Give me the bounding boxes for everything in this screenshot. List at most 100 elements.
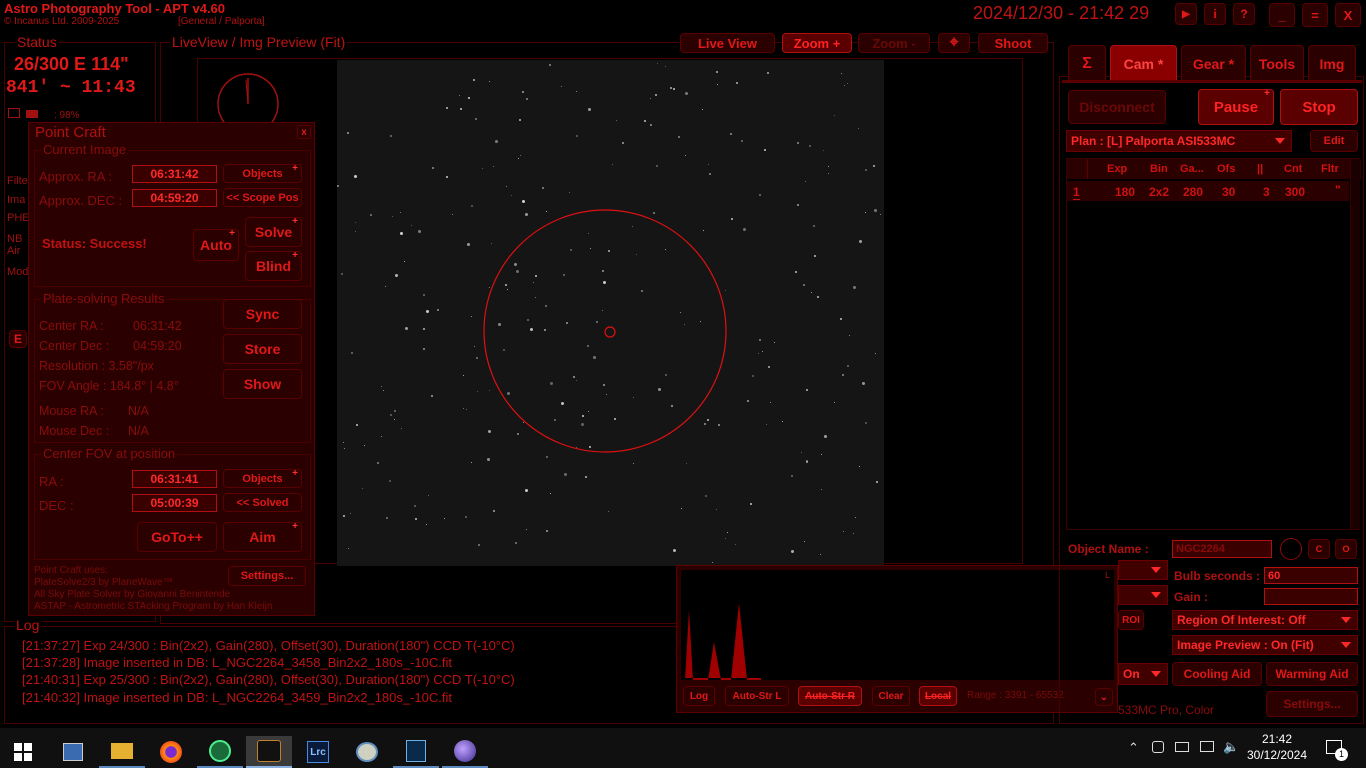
sync-button[interactable]: Sync — [223, 299, 302, 329]
approx-ra-label: Approx. RA : — [39, 169, 112, 184]
object-lookup-icon[interactable] — [1280, 538, 1302, 560]
paint-icon[interactable] — [344, 736, 390, 768]
objects-button-2[interactable]: Objects + — [223, 469, 302, 488]
e-button[interactable]: E — [9, 330, 27, 348]
tab-summary[interactable]: Σ — [1068, 45, 1106, 81]
shoot-button[interactable]: Shoot — [978, 33, 1048, 53]
plan-select[interactable]: Plan : [L] Palporta ASI533MC — [1066, 130, 1292, 152]
objects-button[interactable]: Objects + — [223, 164, 302, 183]
histogram-local-button[interactable]: Local — [919, 686, 957, 706]
scope-pos-button[interactable]: << Scope Pos — [223, 188, 302, 207]
center-fov-title: Center FOV at position — [41, 446, 178, 461]
zoom-in-button[interactable]: Zoom + — [782, 33, 852, 53]
bulb-seconds-field[interactable]: 60 — [1264, 567, 1358, 584]
file-explorer-icon[interactable] — [99, 736, 145, 768]
tab-img[interactable]: Img — [1308, 45, 1356, 81]
tab-cam[interactable]: Cam * — [1110, 45, 1177, 81]
copyright: © Incanus Ltd. 2009-2025 — [4, 16, 120, 27]
tray-chevron-icon[interactable]: ⌃ — [1128, 740, 1139, 756]
c-button[interactable]: C — [1308, 539, 1330, 559]
stellarium-icon[interactable] — [393, 736, 439, 768]
histogram-log-button[interactable]: Log — [683, 686, 715, 706]
taskbar-date[interactable]: 30/12/2024 — [1245, 748, 1309, 762]
auto-stretch-l-button[interactable]: Auto-Str L — [725, 686, 789, 706]
network-icon[interactable] — [1200, 741, 1214, 752]
cooling-aid-button[interactable]: Cooling Aid — [1172, 662, 1262, 686]
table-row[interactable]: 1 180 2x2 280 30 3 300 " — [1067, 181, 1349, 201]
target-dec-field[interactable]: 05:00:39 — [132, 494, 217, 512]
gain-label: Gain : — [1174, 590, 1209, 604]
log-line: [21:37:28] Image inserted in DB: L_NGC22… — [22, 655, 453, 671]
taskbar-time[interactable]: 21:42 — [1250, 732, 1304, 746]
approx-dec-field[interactable]: 04:59:20 — [132, 189, 217, 207]
target-ra-label: RA : — [39, 474, 64, 489]
live-view-button[interactable]: Live View — [680, 33, 775, 53]
status-side-labels: Filte Ima PHE NB Air Mod — [7, 175, 30, 278]
close-icon[interactable]: x — [297, 125, 311, 139]
histogram-plot[interactable] — [681, 570, 1114, 680]
tab-gear[interactable]: Gear * — [1181, 45, 1246, 81]
camera-settings-button[interactable]: Settings... — [1266, 691, 1358, 717]
log-line: [21:40:32] Image inserted in DB: L_NGC22… — [22, 689, 453, 705]
apt-icon[interactable] — [246, 736, 292, 768]
solve-button[interactable]: Solve + — [245, 217, 302, 247]
blind-solve-button[interactable]: Blind + — [245, 251, 302, 281]
auto-stretch-r-button[interactable]: Auto-Str R — [798, 686, 862, 706]
target-ra-field[interactable]: 06:31:41 — [132, 470, 217, 488]
phd2-icon[interactable] — [197, 736, 243, 768]
capture-mode-select[interactable] — [1118, 560, 1168, 580]
aim-button[interactable]: Aim + — [223, 522, 302, 552]
zoom-out-button[interactable]: Zoom - — [858, 33, 930, 53]
sky-image[interactable] — [337, 60, 884, 566]
auto-button[interactable]: Auto + — [193, 229, 239, 261]
disconnect-button[interactable]: Disconnect — [1068, 90, 1166, 124]
cooler-select[interactable]: On — [1118, 663, 1168, 685]
astro-app-icon[interactable] — [442, 736, 488, 768]
pointcraft-settings-button[interactable]: Settings... — [228, 566, 306, 586]
play-icon[interactable]: ▶ — [1175, 3, 1197, 25]
firefox-icon[interactable] — [148, 736, 194, 768]
mouse-ra-value: N/A — [128, 404, 149, 418]
store-button[interactable]: Store — [223, 334, 302, 364]
mouse-dec-label: Mouse Dec : — [39, 424, 110, 438]
network-settings-icon[interactable] — [50, 736, 96, 768]
warming-aid-button[interactable]: Warming Aid — [1266, 662, 1358, 686]
tab-underline — [1062, 80, 1362, 83]
lightroom-icon[interactable]: Lrc — [295, 736, 341, 768]
camera-model: 533MC Pro, Color — [1118, 703, 1215, 717]
gain-field[interactable] — [1264, 588, 1358, 605]
stop-button[interactable]: Stop — [1280, 89, 1358, 125]
goto-button[interactable]: GoTo++ — [137, 522, 217, 552]
close-button[interactable]: X — [1335, 3, 1361, 27]
volume-icon[interactable]: 🔈 — [1223, 739, 1239, 755]
edit-plan-button[interactable]: Edit — [1310, 130, 1358, 152]
mouse-dec-value: N/A — [128, 424, 149, 438]
col-count: Cnt — [1284, 163, 1303, 175]
battery-tray-icon[interactable] — [1175, 742, 1189, 752]
mouse-ra-label: Mouse RA : — [39, 404, 104, 418]
info-icon[interactable]: i — [1204, 3, 1226, 25]
binning-select[interactable] — [1118, 585, 1168, 605]
region-of-interest-select[interactable]: Region Of Interest: Off — [1172, 610, 1358, 630]
solved-button[interactable]: << Solved — [223, 493, 302, 512]
profile-label: [General / Palporta] — [178, 16, 265, 27]
meet-now-icon[interactable] — [1152, 741, 1164, 753]
tab-tools[interactable]: Tools — [1250, 45, 1304, 81]
notification-badge: 1 — [1335, 748, 1348, 761]
help-icon[interactable]: ? — [1233, 3, 1255, 25]
point-craft-title: Point Craft — [35, 124, 106, 141]
crosshair-icon[interactable]: ⌖ — [938, 33, 970, 53]
roi-button[interactable]: ROI — [1118, 610, 1144, 630]
o-button[interactable]: O — [1335, 539, 1357, 559]
approx-ra-field[interactable]: 06:31:42 — [132, 165, 217, 183]
image-preview-select[interactable]: Image Preview : On (Fit) — [1172, 635, 1358, 655]
maximize-button[interactable]: = — [1302, 3, 1328, 27]
minimize-button[interactable]: _ — [1269, 3, 1295, 27]
histogram-clear-button[interactable]: Clear — [872, 686, 910, 706]
point-craft-dialog: Point Craft x Current Image Approx. RA :… — [28, 122, 315, 616]
pause-button[interactable]: Pause + — [1198, 89, 1274, 125]
windows-start-icon[interactable] — [0, 736, 46, 768]
plan-table-scrollbar[interactable] — [1350, 159, 1360, 529]
object-name-field[interactable]: NGC2264 — [1172, 540, 1272, 558]
show-button[interactable]: Show — [223, 369, 302, 399]
